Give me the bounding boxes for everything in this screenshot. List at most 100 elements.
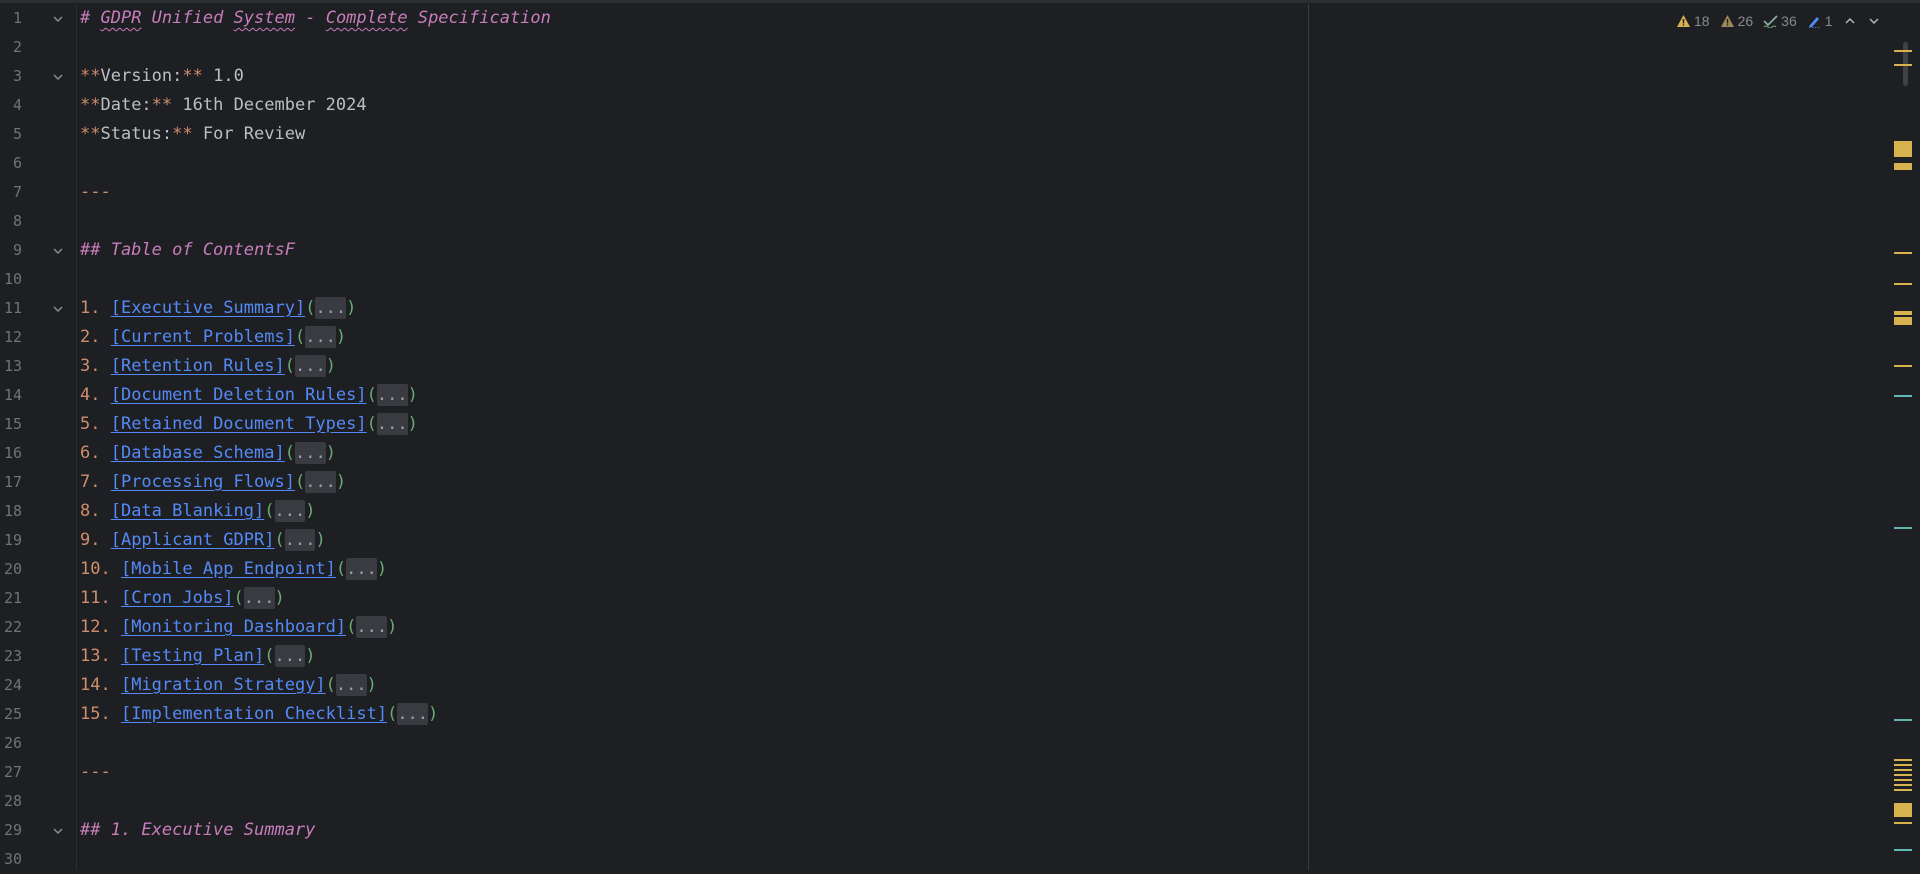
gutter-line[interactable]: 8: [0, 207, 78, 236]
toc-link[interactable]: [Data Blanking]: [111, 501, 265, 521]
code-line[interactable]: 15. [Implementation Checklist](...): [80, 700, 438, 729]
folded-url[interactable]: ...: [335, 674, 367, 696]
folded-url[interactable]: ...: [305, 471, 336, 493]
folded-url[interactable]: ...: [356, 616, 388, 638]
toc-link[interactable]: [Current Problems]: [111, 327, 295, 347]
code-line[interactable]: 3. [Retention Rules](...): [80, 352, 336, 381]
toc-link[interactable]: [Mobile App Endpoint]: [121, 559, 336, 579]
folded-url[interactable]: ...: [397, 703, 429, 725]
toc-link[interactable]: [Implementation Checklist]: [121, 704, 387, 724]
warning-mark[interactable]: [1894, 769, 1912, 771]
gutter-line[interactable]: 9: [0, 236, 78, 265]
line-number-gutter[interactable]: 1 2 3 4 5 6 7 8 9 10 11 12 13 14 15 16 17 18 19 20 21 22 23 24 2…: [0, 4, 78, 870]
weak-warnings-indicator[interactable]: 26: [1720, 13, 1753, 29]
toc-link[interactable]: [Executive Summary]: [111, 298, 305, 318]
warning-mark[interactable]: [1894, 252, 1912, 254]
warning-mark[interactable]: [1894, 779, 1912, 781]
gutter-line[interactable]: 3: [0, 62, 78, 91]
fold-chevron-icon[interactable]: [51, 62, 65, 91]
gutter-line[interactable]: 26: [0, 729, 78, 758]
gutter-line[interactable]: 11: [0, 294, 78, 323]
code-line[interactable]: # GDPR Unified System - Complete Specifi…: [80, 4, 551, 33]
fold-chevron-icon[interactable]: [51, 294, 65, 323]
gutter-line[interactable]: 16: [0, 439, 78, 468]
code-line[interactable]: 1. [Executive Summary](...): [80, 294, 356, 323]
code-area[interactable]: # GDPR Unified System - Complete Specifi…: [80, 4, 1300, 870]
folded-url[interactable]: ...: [376, 413, 408, 435]
info-mark[interactable]: [1894, 395, 1912, 397]
code-line[interactable]: **Date:** 16th December 2024: [80, 91, 367, 120]
gutter-line[interactable]: 12: [0, 323, 78, 352]
gutter-line[interactable]: 18: [0, 497, 78, 526]
gutter-line[interactable]: 14: [0, 381, 78, 410]
gutter-line[interactable]: 7: [0, 178, 78, 207]
toc-link[interactable]: [Migration Strategy]: [121, 675, 326, 695]
code-line[interactable]: 9. [Applicant GDPR](...): [80, 526, 326, 555]
gutter-line[interactable]: 10: [0, 265, 78, 294]
warning-mark[interactable]: [1894, 803, 1912, 817]
info-mark[interactable]: [1894, 849, 1912, 851]
code-line[interactable]: 14. [Migration Strategy](...): [80, 671, 377, 700]
code-line[interactable]: **Version:** 1.0: [80, 62, 244, 91]
warning-mark[interactable]: [1894, 163, 1912, 170]
code-line[interactable]: 12. [Monitoring Dashboard](...): [80, 613, 397, 642]
warning-mark[interactable]: [1894, 784, 1912, 786]
folded-url[interactable]: ...: [274, 500, 306, 522]
code-line[interactable]: ## 1. Executive Summary: [80, 816, 315, 845]
warning-mark[interactable]: [1894, 317, 1912, 325]
folded-url[interactable]: ...: [305, 326, 336, 348]
markdown-editor[interactable]: 1 2 3 4 5 6 7 8 9 10 11 12 13 14 15 16 17 18 19 20 21 22 23 24 2…: [0, 0, 1920, 870]
gutter-line[interactable]: 23: [0, 642, 78, 671]
folded-url[interactable]: ...: [294, 442, 326, 464]
gutter-line[interactable]: 24: [0, 671, 78, 700]
warning-mark[interactable]: [1894, 141, 1912, 157]
gutter-line[interactable]: 4: [0, 91, 78, 120]
warning-mark[interactable]: [1894, 789, 1912, 791]
gutter-line[interactable]: 28: [0, 787, 78, 816]
folded-url[interactable]: ...: [346, 558, 377, 580]
previous-problem-button[interactable]: [1843, 14, 1857, 28]
gutter-line[interactable]: 2: [0, 33, 78, 62]
folded-url[interactable]: ...: [284, 529, 316, 551]
gutter-line[interactable]: 22: [0, 613, 78, 642]
warning-mark[interactable]: [1894, 774, 1912, 776]
gutter-line[interactable]: 13: [0, 352, 78, 381]
code-line[interactable]: ## Table of ContentsF: [80, 236, 295, 265]
folded-url[interactable]: ...: [376, 384, 408, 406]
gutter-line[interactable]: 15: [0, 410, 78, 439]
gutter-line[interactable]: 6: [0, 149, 78, 178]
warning-mark[interactable]: [1894, 283, 1912, 285]
code-line[interactable]: 5. [Retained Document Types](...): [80, 410, 418, 439]
gutter-line[interactable]: 27: [0, 758, 78, 787]
code-line[interactable]: 10. [Mobile App Endpoint](...): [80, 555, 387, 584]
info-mark[interactable]: [1894, 527, 1912, 529]
typos-indicator[interactable]: 36: [1763, 13, 1797, 29]
toc-link[interactable]: [Testing Plan]: [121, 646, 264, 666]
gutter-line[interactable]: 29: [0, 816, 78, 845]
error-stripe-scrollbar[interactable]: [1888, 4, 1920, 870]
code-line[interactable]: 8. [Data Blanking](...): [80, 497, 315, 526]
folded-url[interactable]: ...: [243, 587, 275, 609]
folded-url[interactable]: ...: [315, 297, 347, 319]
warning-mark[interactable]: [1894, 311, 1912, 315]
gutter-line[interactable]: 5: [0, 120, 78, 149]
fold-chevron-icon[interactable]: [51, 4, 65, 33]
warning-mark[interactable]: [1894, 365, 1912, 367]
toc-link[interactable]: [Document Deletion Rules]: [111, 385, 367, 405]
warning-mark[interactable]: [1894, 764, 1912, 766]
warning-mark[interactable]: [1894, 822, 1912, 824]
toc-link[interactable]: [Retention Rules]: [111, 356, 285, 376]
warning-mark[interactable]: [1894, 50, 1912, 52]
code-line[interactable]: 4. [Document Deletion Rules](...): [80, 381, 418, 410]
warning-mark[interactable]: [1894, 64, 1912, 66]
fold-chevron-icon[interactable]: [51, 236, 65, 265]
folded-url[interactable]: ...: [274, 645, 306, 667]
folded-url[interactable]: ...: [294, 355, 326, 377]
code-line[interactable]: ---: [80, 178, 111, 207]
code-line[interactable]: 7. [Processing Flows](...): [80, 468, 346, 497]
toc-link[interactable]: [Database Schema]: [111, 443, 285, 463]
toc-link[interactable]: [Cron Jobs]: [121, 588, 234, 608]
code-line[interactable]: **Status:** For Review: [80, 120, 305, 149]
warnings-indicator[interactable]: 18: [1676, 13, 1710, 29]
gutter-line[interactable]: 1: [0, 4, 78, 33]
